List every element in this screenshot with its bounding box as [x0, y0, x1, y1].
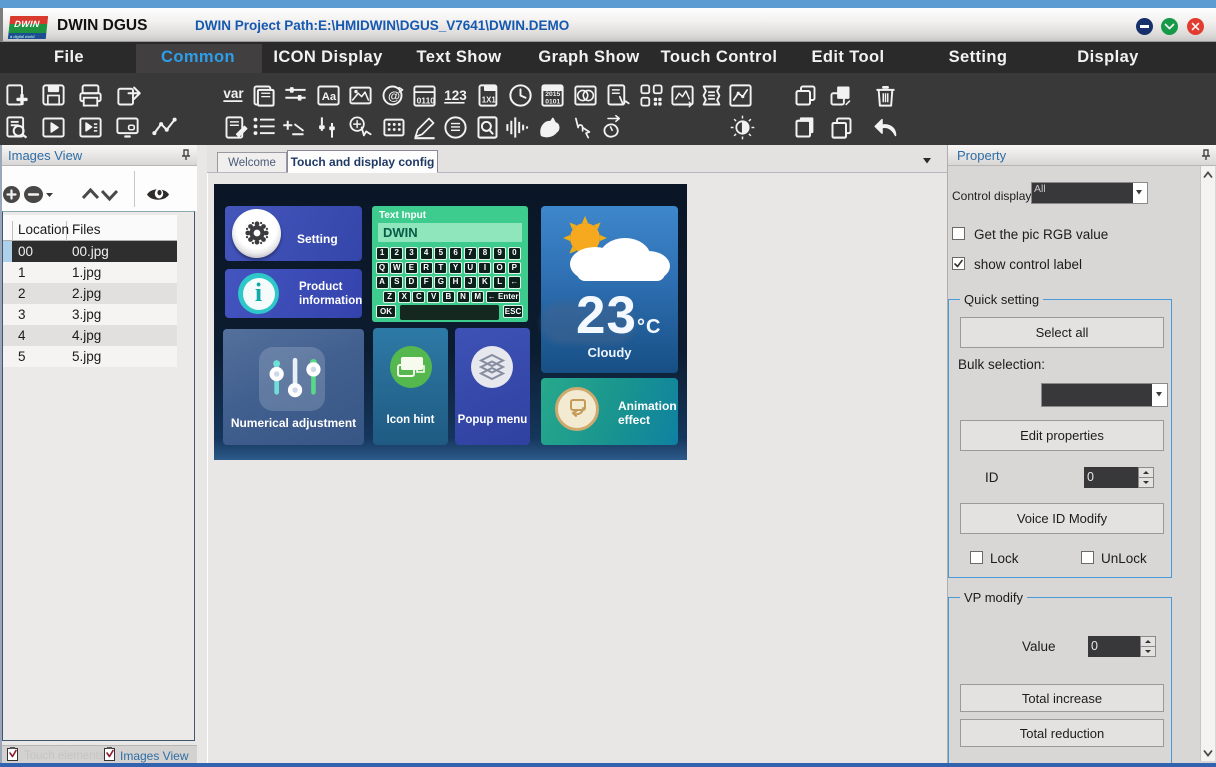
svg-text:var: var — [223, 86, 244, 101]
svg-text:@: @ — [388, 89, 400, 103]
svg-text:123: 123 — [444, 88, 467, 103]
svg-text:2015: 2015 — [545, 91, 560, 98]
svg-text:1X1: 1X1 — [482, 95, 497, 104]
svg-text:10: 10 — [426, 95, 436, 105]
svg-text:0101: 0101 — [545, 98, 560, 105]
svg-text:Aa: Aa — [322, 91, 337, 103]
